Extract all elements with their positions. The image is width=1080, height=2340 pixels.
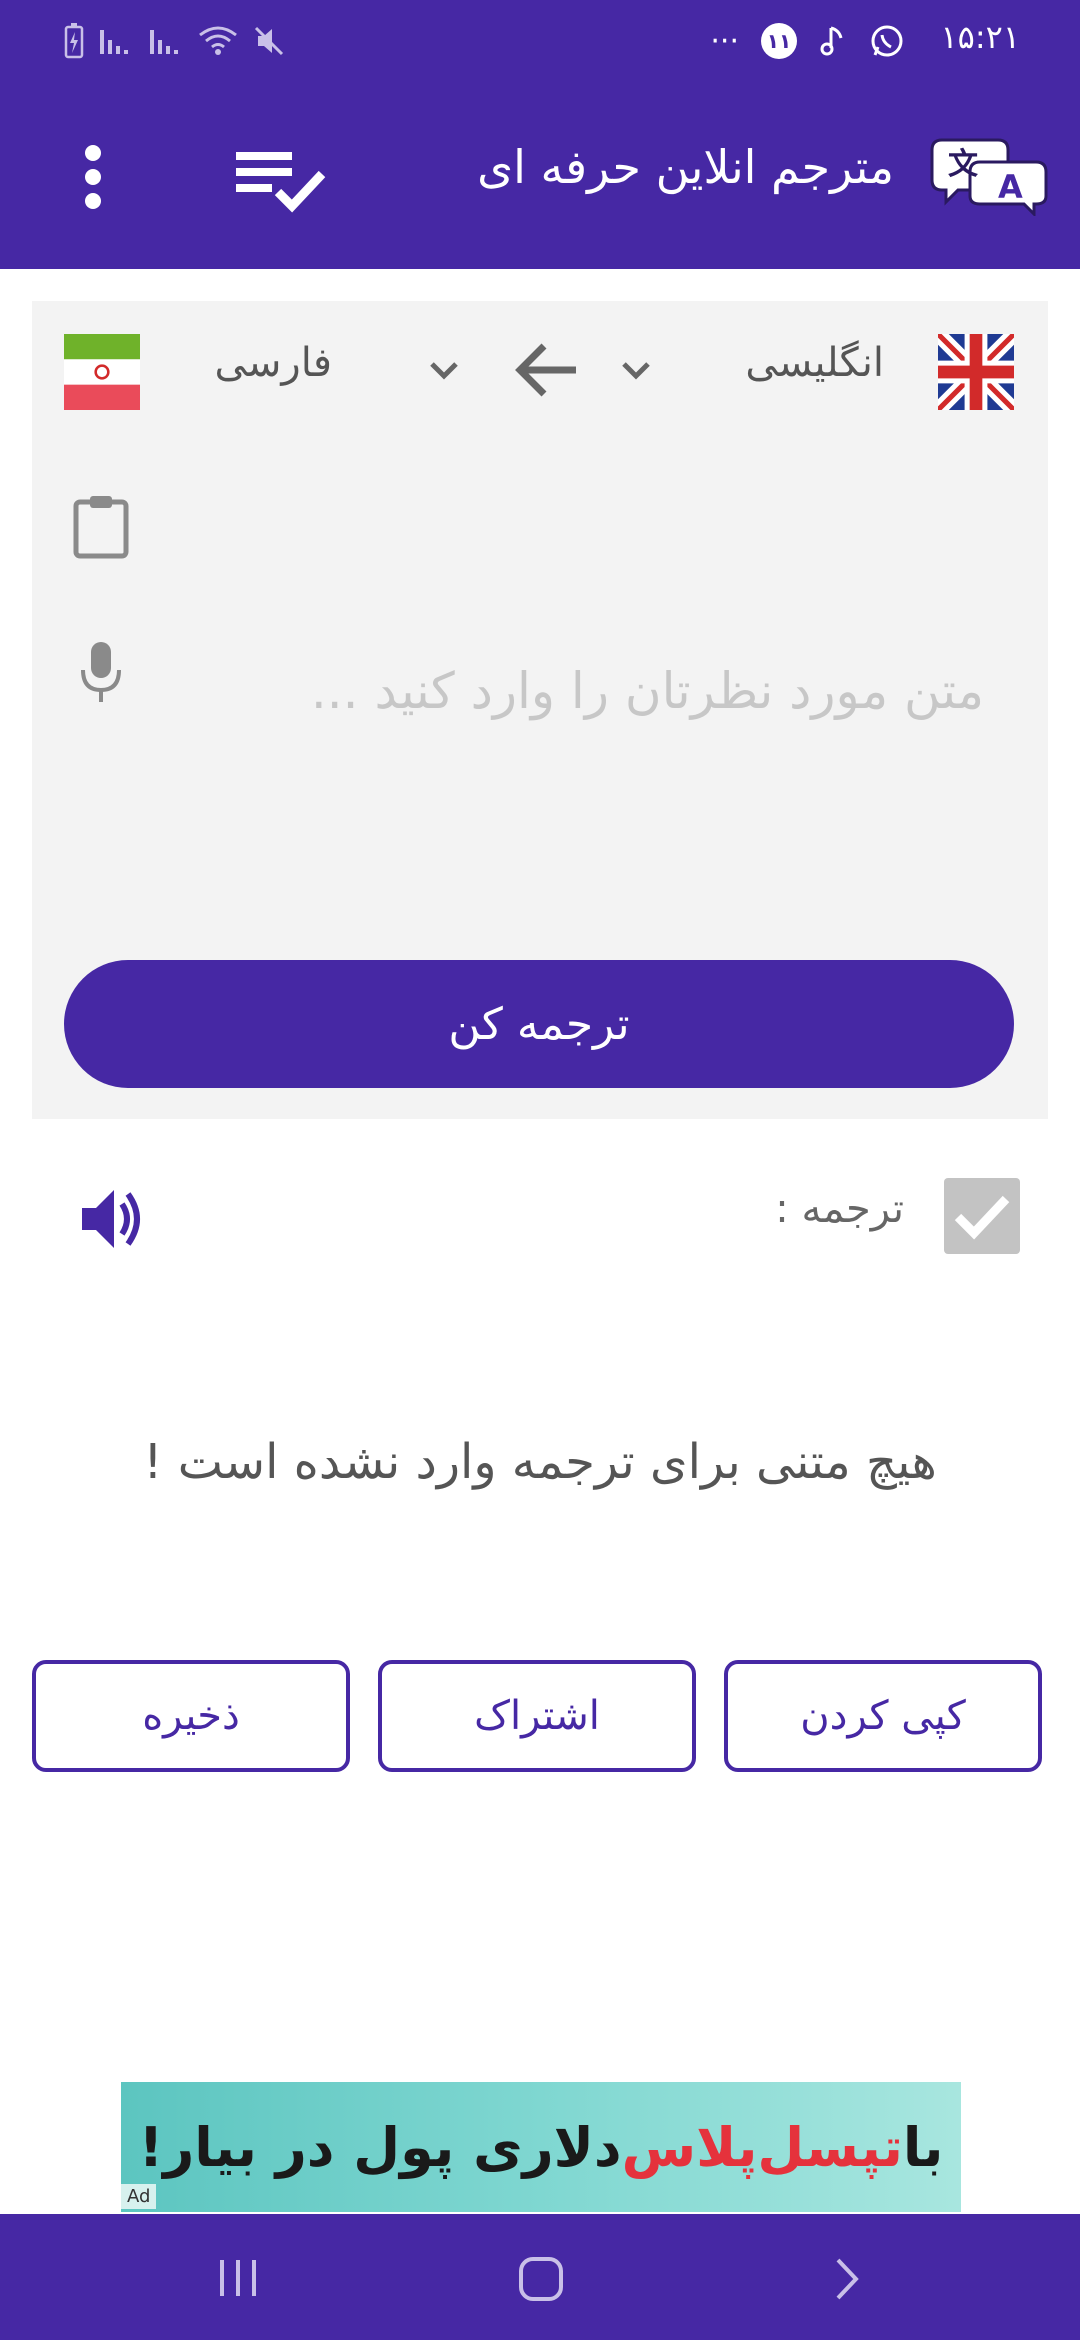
empty-result-message: هیچ متنی برای ترجمه وارد نشده است ! [143,1434,937,1490]
signal-icon [100,30,128,54]
source-language[interactable]: انگلیسی [745,340,884,386]
uk-flag-icon[interactable] [938,334,1014,410]
save-button[interactable]: ذخیره [32,1660,350,1772]
wifi-icon [199,26,237,55]
whatsapp-icon [871,25,903,57]
ad-text-prefix: با [902,2115,944,2179]
chevron-down-icon[interactable] [616,356,656,386]
result-checkbox[interactable] [944,1178,1020,1254]
more-vert-icon[interactable] [78,144,108,210]
clipboard-icon[interactable] [72,494,130,560]
mute-icon [254,26,284,56]
notification-count-badge: ۱۱ [761,23,797,59]
copy-button[interactable]: کپی کردن [724,1660,1042,1772]
status-bar: ··· ۱۱ ۱۵:۲۱ [0,0,1080,84]
home-icon[interactable] [516,2254,566,2304]
clock: ۱۵:۲۱ [940,18,1020,56]
ad-banner[interactable]: با تپسل‌پلاس دلاری پول در بیار! [121,2082,961,2212]
ad-tag: Ad [121,2184,157,2209]
chevron-down-icon-target[interactable] [424,356,464,386]
iran-flag-icon[interactable] [64,334,140,410]
volume-icon[interactable] [78,1184,148,1254]
text-input[interactable]: متن مورد نظرتان را وارد کنید ... [311,662,984,720]
translate-logo-icon: 文 A [930,138,1048,216]
result-label: ترجمه : [775,1186,904,1232]
recent-apps-icon[interactable] [214,2254,262,2302]
arrow-left-icon[interactable] [512,338,580,402]
ad-brand: تپسل‌پلاس [621,2115,903,2179]
translate-button[interactable]: ترجمه کن [64,960,1014,1088]
more-notifications: ··· [710,23,739,59]
playlist-check-icon[interactable] [232,146,328,214]
signal-icon-2 [150,30,178,54]
check-icon [954,1195,1010,1240]
share-button[interactable]: اشتراک [378,1660,696,1772]
app-title: مترجم انلاین حرفه ای [477,140,894,194]
back-icon[interactable] [826,2254,866,2304]
svg-text:文: 文 [948,147,978,182]
status-icons-right: ··· ۱۱ [710,16,905,66]
status-icons-left [64,16,286,66]
target-language[interactable]: فارسی [215,340,332,386]
svg-text:A: A [998,168,1023,206]
mic-icon[interactable] [78,640,124,706]
music-note-icon [820,26,843,56]
ad-text-suffix: دلاری پول در بیار! [138,2115,622,2179]
battery-icon [64,23,84,59]
